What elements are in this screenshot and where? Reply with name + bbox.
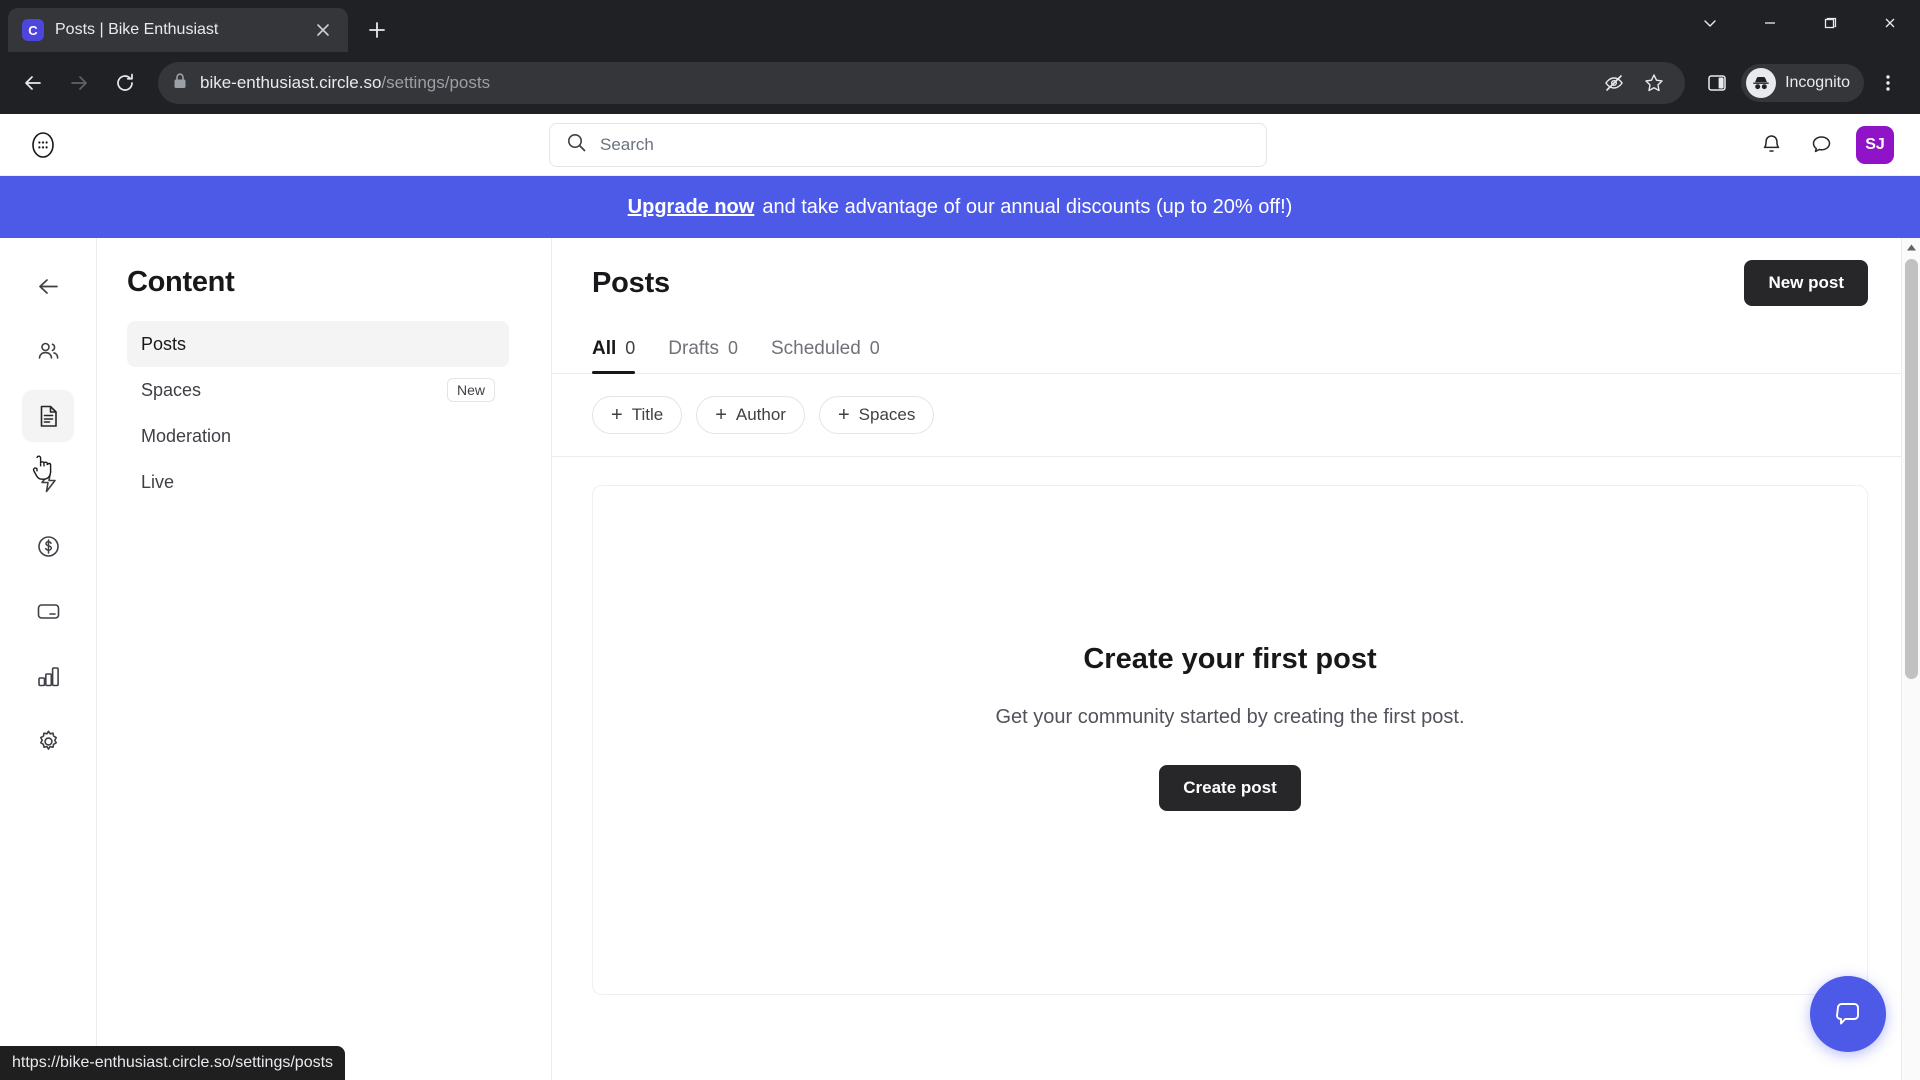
tab-drafts[interactable]: Drafts 0: [668, 338, 738, 373]
page-body: Content Posts Spaces New Moderation Live: [0, 238, 1920, 1080]
sidebar-nav-list: Posts Spaces New Moderation Live: [97, 321, 551, 505]
scrollbar-thumb[interactable]: [1904, 259, 1918, 679]
tab-title: Posts | Bike Enthusiast: [55, 21, 219, 38]
tab-label: All: [592, 338, 617, 359]
sidebar-item-label: Posts: [141, 333, 187, 354]
close-icon[interactable]: [312, 19, 334, 41]
status-bar-url: https://bike-enthusiast.circle.so/settin…: [0, 1046, 346, 1080]
side-panel-icon[interactable]: [1697, 63, 1737, 103]
page-title: Posts: [592, 266, 670, 299]
sidebar-item-spaces[interactable]: Spaces New: [127, 367, 509, 413]
sidebar-item-content[interactable]: [22, 390, 74, 442]
empty-state: Create your first post Get your communit…: [995, 643, 1465, 837]
search-placeholder: Search: [600, 134, 654, 154]
filter-chips: + Title + Author + Spaces: [552, 374, 1920, 457]
circle-logo-icon[interactable]: [26, 128, 60, 162]
avatar[interactable]: SJ: [1856, 125, 1894, 164]
forward-arrow-icon[interactable]: [58, 62, 100, 104]
eye-off-icon[interactable]: [1597, 66, 1631, 100]
scroll-up-arrow-icon[interactable]: [1902, 238, 1920, 257]
upgrade-banner: Upgrade now and take advantage of our an…: [0, 176, 1920, 238]
members-icon[interactable]: [22, 325, 74, 377]
empty-state-heading: Create your first post: [1083, 643, 1377, 675]
bell-icon[interactable]: [1756, 130, 1786, 160]
header-actions: SJ: [1756, 125, 1894, 164]
three-dot-menu-icon[interactable]: [1868, 63, 1908, 103]
filter-label: Spaces: [858, 405, 916, 424]
filter-label: Title: [631, 405, 664, 424]
main-content: Posts New post All 0 Drafts 0 Scheduled …: [552, 238, 1920, 1080]
window-controls: [1680, 0, 1920, 46]
status-badge: New: [446, 378, 495, 402]
browser-toolbar: bike-enthusiast.circle.so/settings/posts…: [0, 52, 1920, 114]
tab-strip: C Posts | Bike Enthusiast: [0, 0, 1920, 52]
plus-icon: +: [715, 404, 727, 426]
create-post-button[interactable]: Create post: [1159, 765, 1301, 811]
filter-chip-title[interactable]: + Title: [592, 396, 683, 434]
sidebar-item-moderation[interactable]: Moderation: [127, 413, 509, 459]
sidebar-item-label: Live: [141, 471, 175, 492]
scrollbar[interactable]: [1901, 238, 1920, 1080]
chat-bubble-icon[interactable]: [1806, 130, 1836, 160]
tab-label: Drafts: [668, 338, 719, 359]
tab-favicon: C: [22, 19, 44, 41]
sidebar-item-posts[interactable]: Posts: [127, 321, 509, 367]
incognito-indicator[interactable]: Incognito: [1741, 64, 1864, 102]
empty-state-subtext: Get your community started by creating t…: [995, 706, 1465, 728]
tab-label: Scheduled: [771, 338, 861, 359]
filter-chip-author[interactable]: + Author: [696, 396, 805, 434]
posts-list-card: Create your first post Get your communit…: [592, 485, 1868, 995]
reload-icon[interactable]: [104, 62, 146, 104]
incognito-label: Incognito: [1785, 74, 1850, 91]
analytics-bar-chart-icon[interactable]: [22, 650, 74, 702]
address-bar[interactable]: bike-enthusiast.circle.so/settings/posts: [158, 62, 1686, 104]
close-window-icon[interactable]: [1860, 0, 1920, 46]
plus-icon: +: [837, 404, 850, 426]
card-icon[interactable]: [22, 585, 74, 637]
sidebar-item-label: Spaces: [141, 379, 202, 400]
settings-gear-icon[interactable]: [22, 715, 74, 767]
browser-tab[interactable]: C Posts | Bike Enthusiast: [8, 8, 348, 52]
filter-label: Author: [735, 405, 786, 424]
app-header: Search SJ: [0, 114, 1920, 176]
lock-icon: [172, 72, 188, 95]
rail-back-button[interactable]: [22, 260, 74, 312]
search-icon: [566, 132, 587, 158]
new-tab-button[interactable]: [360, 13, 394, 47]
address-bar-url: bike-enthusiast.circle.so/settings/posts: [200, 73, 491, 92]
back-arrow-icon[interactable]: [12, 62, 54, 104]
main-header: Posts New post: [552, 260, 1920, 306]
dollar-circle-icon[interactable]: [22, 520, 74, 572]
new-post-button[interactable]: New post: [1744, 260, 1868, 306]
browser-window: C Posts | Bike Enthusiast bike-enthusias…: [0, 0, 1920, 1080]
tab-count: 0: [869, 338, 880, 358]
maximize-icon[interactable]: [1800, 0, 1860, 46]
chat-widget-button[interactable]: [1810, 976, 1886, 1052]
tab-scheduled[interactable]: Scheduled 0: [771, 338, 880, 373]
filter-chip-spaces[interactable]: + Spaces: [818, 396, 935, 434]
sidebar-heading: Content: [127, 266, 235, 298]
tab-count: 0: [727, 338, 738, 358]
tab-search-chevron-icon[interactable]: [1680, 0, 1740, 46]
incognito-icon: [1746, 68, 1777, 98]
lightning-icon[interactable]: [22, 455, 74, 507]
plus-icon: +: [611, 404, 623, 426]
minimize-icon[interactable]: [1740, 0, 1800, 46]
star-icon[interactable]: [1637, 66, 1671, 100]
content-sidebar: Content Posts Spaces New Moderation Live: [97, 238, 552, 1080]
post-status-tabs: All 0 Drafts 0 Scheduled 0: [552, 316, 1920, 374]
sidebar-item-label: Moderation: [141, 425, 232, 446]
tab-all[interactable]: All 0: [592, 338, 636, 374]
search-container: Search: [60, 122, 1756, 167]
upgrade-now-link[interactable]: Upgrade now: [628, 196, 755, 219]
search-input[interactable]: Search: [549, 122, 1267, 167]
page-viewport: Search SJ Upgrade now and take advantage…: [0, 114, 1920, 1080]
tab-count: 0: [625, 338, 636, 358]
icon-rail: [0, 238, 97, 1080]
sidebar-item-live[interactable]: Live: [127, 459, 509, 505]
banner-text: and take advantage of our annual discoun…: [762, 195, 1293, 218]
